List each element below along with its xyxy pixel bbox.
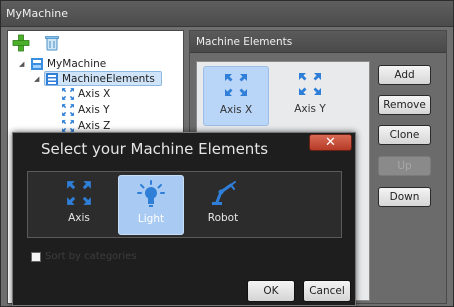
element-type-list: Axis Light Robot xyxy=(27,171,342,238)
tree-node-root[interactable]: MyMachine xyxy=(30,56,106,71)
tree-node-axis-x[interactable]: Axis X xyxy=(61,86,110,101)
delete-element-icon[interactable] xyxy=(43,34,61,52)
axis-icon xyxy=(225,74,247,96)
element-label: Axis Y xyxy=(294,103,326,115)
robot-arm-icon xyxy=(212,181,236,205)
tree-node-machine-elements[interactable]: MachineElements xyxy=(44,71,162,86)
light-bulb-icon xyxy=(137,180,165,207)
element-tile-axis-x[interactable]: Axis X xyxy=(203,66,269,126)
tree-label: MyMachine xyxy=(47,57,107,70)
dialog-title: Select your Machine Elements xyxy=(41,140,269,158)
clone-button[interactable]: Clone xyxy=(378,125,431,145)
tree-label: Axis Z xyxy=(78,119,111,132)
axis-icon xyxy=(62,103,74,116)
option-label: Axis xyxy=(68,212,90,224)
option-label: Robot xyxy=(207,212,239,224)
sort-checkbox[interactable] xyxy=(31,251,41,262)
sort-by-categories[interactable]: Sort by categories xyxy=(31,251,137,262)
tree-label: MachineElements xyxy=(62,72,155,85)
machine-icon xyxy=(31,57,43,70)
option-axis[interactable]: Axis xyxy=(46,175,112,235)
ok-button[interactable]: OK xyxy=(247,280,295,302)
window-title: MyMachine xyxy=(6,7,69,20)
tree-node-axis-z[interactable]: Axis Z xyxy=(61,118,110,133)
tree-label: Axis X xyxy=(78,87,111,100)
panel-header: Machine Elements xyxy=(190,31,446,53)
close-button[interactable]: ✕ xyxy=(309,134,352,151)
axis-icon xyxy=(62,87,74,100)
tree-expander-icon[interactable]: ◢ xyxy=(34,75,39,83)
main-window: MyMachine ◢ MyMachine ◢ MachineElements … xyxy=(0,0,454,307)
option-light[interactable]: Light xyxy=(118,175,184,235)
element-label: Axis X xyxy=(219,104,253,116)
tree-label: Axis Y xyxy=(78,103,110,116)
cancel-button[interactable]: Cancel xyxy=(303,280,351,302)
select-elements-dialog: ✕ Select your Machine Elements Axis Ligh… xyxy=(12,132,356,306)
tree-node-axis-y[interactable]: Axis Y xyxy=(61,102,110,117)
tree-expander-icon[interactable]: ◢ xyxy=(19,60,24,68)
option-label: Light xyxy=(137,213,165,225)
elements-folder-icon xyxy=(46,72,58,85)
close-icon: ✕ xyxy=(325,135,336,150)
element-tile-axis-y[interactable]: Axis Y xyxy=(277,66,343,126)
axis-icon xyxy=(67,181,91,205)
add-button[interactable]: Add xyxy=(378,65,431,85)
title-bar: MyMachine xyxy=(1,1,453,27)
axis-icon xyxy=(62,119,74,132)
remove-button[interactable]: Remove xyxy=(378,95,431,115)
add-element-icon[interactable] xyxy=(12,34,30,52)
panel-title: Machine Elements xyxy=(196,36,293,48)
axis-icon xyxy=(299,73,321,95)
sort-label: Sort by categories xyxy=(45,251,137,262)
option-robot[interactable]: Robot xyxy=(190,175,256,235)
up-button[interactable]: Up xyxy=(378,156,431,176)
down-button[interactable]: Down xyxy=(378,187,431,207)
